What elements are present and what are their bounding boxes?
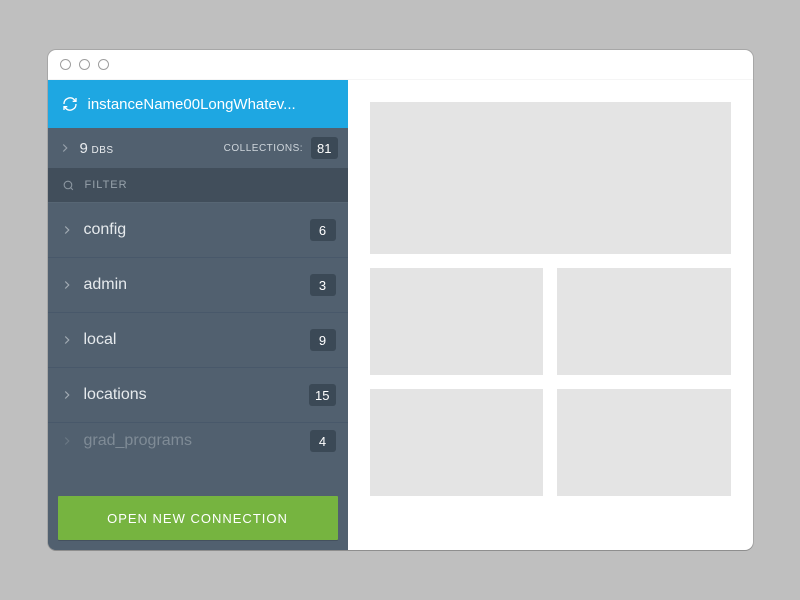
db-name: admin — [84, 276, 128, 294]
app-window: instanceName00LongWhatev... 9 DBS COLLEC… — [48, 50, 753, 550]
db-count-badge: 9 — [310, 329, 336, 351]
sidebar: instanceName00LongWhatev... 9 DBS COLLEC… — [48, 80, 348, 550]
db-item-admin[interactable]: admin 3 — [48, 258, 348, 313]
chevron-right-icon — [58, 141, 72, 155]
db-name: grad_programs — [84, 432, 193, 450]
search-icon — [62, 179, 75, 192]
db-item-config[interactable]: config 6 — [48, 203, 348, 258]
window-close[interactable] — [60, 59, 71, 70]
summary-row[interactable]: 9 DBS COLLECTIONS: 81 — [48, 128, 348, 168]
collections-label: COLLECTIONS: — [224, 143, 303, 154]
refresh-icon — [62, 96, 78, 112]
window-zoom[interactable] — [98, 59, 109, 70]
content-placeholder — [370, 389, 544, 496]
filter-row — [48, 168, 348, 202]
db-count-badge: 15 — [309, 384, 335, 406]
db-item-grad-programs[interactable]: grad_programs 4 — [48, 423, 348, 459]
chevron-right-icon — [60, 278, 74, 292]
instance-name: instanceName00LongWhatev... — [88, 96, 296, 113]
collections-count-badge: 81 — [311, 137, 337, 159]
db-count-badge: 6 — [310, 219, 336, 241]
db-list: config 6 admin 3 local 9 — [48, 202, 348, 486]
window-minimize[interactable] — [79, 59, 90, 70]
filter-input[interactable] — [85, 179, 334, 191]
db-name: config — [84, 221, 127, 239]
content: instanceName00LongWhatev... 9 DBS COLLEC… — [48, 80, 753, 550]
db-item-local[interactable]: local 9 — [48, 313, 348, 368]
content-placeholder — [557, 389, 731, 496]
titlebar — [48, 50, 753, 80]
chevron-right-icon — [60, 388, 74, 402]
open-new-connection-button[interactable]: OPEN NEW CONNECTION — [58, 496, 338, 540]
main-panel — [348, 80, 753, 550]
content-placeholder — [370, 102, 731, 254]
db-count-badge: 4 — [310, 430, 336, 452]
chevron-right-icon — [60, 333, 74, 347]
db-item-locations[interactable]: locations 15 — [48, 368, 348, 423]
open-row: OPEN NEW CONNECTION — [48, 486, 348, 550]
content-placeholder — [557, 268, 731, 375]
chevron-right-icon — [60, 223, 74, 237]
content-placeholder — [370, 268, 544, 375]
db-count: 9 DBS — [80, 140, 114, 157]
db-name: local — [84, 331, 117, 349]
instance-header[interactable]: instanceName00LongWhatev... — [48, 80, 348, 128]
db-name: locations — [84, 386, 147, 404]
chevron-right-icon — [60, 434, 74, 448]
db-count-badge: 3 — [310, 274, 336, 296]
